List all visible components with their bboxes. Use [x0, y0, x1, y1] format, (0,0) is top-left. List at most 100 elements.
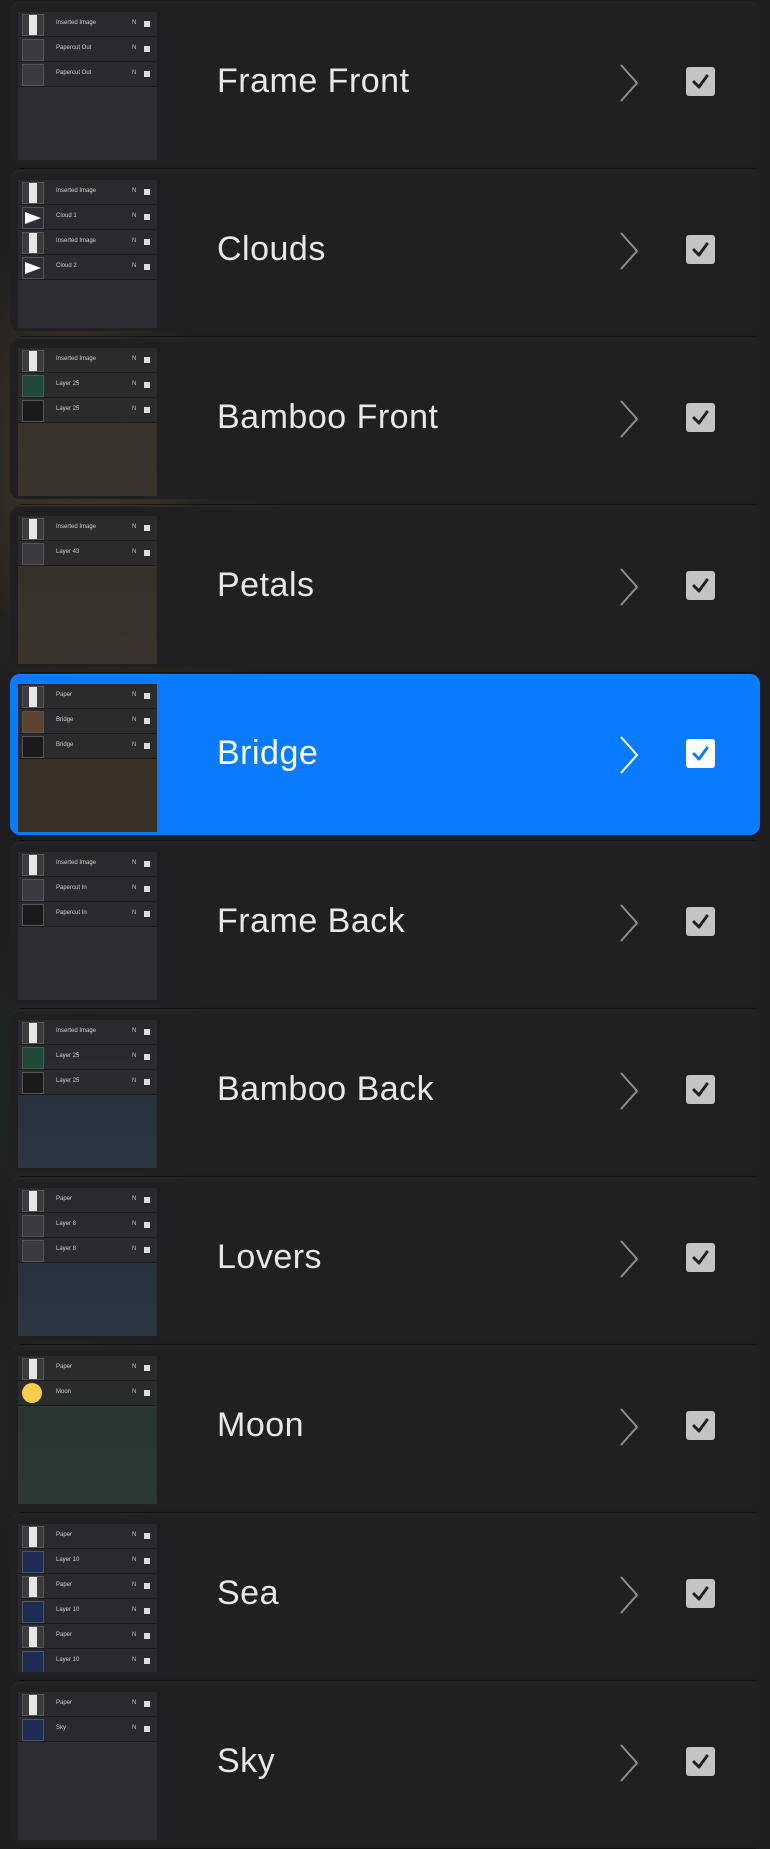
visibility-checkbox[interactable] [686, 739, 715, 768]
thumbnail-sublayer-row: Layer 25 N [18, 398, 157, 423]
sublayer-checkbox-icon [144, 407, 150, 413]
sublayer-checkbox-icon [144, 1633, 150, 1639]
chevron-right-icon[interactable] [616, 1742, 642, 1784]
sublayer-label: Layer 25 [56, 381, 80, 387]
sublayer-blend-mode: N [132, 1532, 137, 1538]
layer-group-row[interactable]: Inserted Image N Papercut Out N Papercut Out… [10, 2, 760, 169]
thumbnail-sublayer-row: Cloud 1 N [18, 205, 157, 230]
sublayer-preview [22, 1626, 44, 1648]
sublayer-label: Inserted Image [56, 238, 97, 244]
sublayer-blend-mode: N [132, 1557, 137, 1563]
layer-group-row[interactable]: Paper N Sky N Sky [10, 1682, 760, 1849]
thumbnail-sublayer-row: Paper N [18, 1574, 157, 1599]
layer-thumbnail: Inserted Image N Papercut In N Papercut In N [18, 852, 157, 1000]
thumbnail-sublayer-row: Layer 10 N [18, 1649, 157, 1672]
sublayer-blend-mode: N [132, 717, 137, 723]
sublayer-checkbox-icon [144, 1054, 150, 1060]
sublayer-label: Papercut Out [56, 45, 92, 51]
sublayer-label: Paper [56, 1364, 73, 1370]
sublayer-preview [22, 543, 44, 565]
sublayer-checkbox-icon [144, 1558, 150, 1564]
layer-group-row[interactable]: Paper N Moon N Moon [10, 1346, 760, 1513]
sublayer-blend-mode: N [132, 406, 137, 412]
sublayer-blend-mode: N [132, 188, 137, 194]
visibility-checkbox[interactable] [686, 1411, 715, 1440]
sublayer-preview [22, 736, 44, 758]
sublayer-preview [22, 1694, 44, 1716]
chevron-right-icon[interactable] [616, 230, 642, 272]
sublayer-blend-mode: N [132, 1053, 137, 1059]
sublayer-label: Paper [56, 692, 73, 698]
visibility-checkbox[interactable] [686, 1747, 715, 1776]
chevron-right-icon[interactable] [616, 1406, 642, 1448]
sublayer-label: Inserted Image [56, 524, 97, 530]
sublayer-preview [22, 182, 44, 204]
sublayer-preview [22, 1072, 44, 1094]
sublayer-label: Bridge [56, 742, 74, 748]
sublayer-label: Layer 25 [56, 1053, 80, 1059]
sublayer-label: Layer 10 [56, 1657, 80, 1663]
visibility-checkbox[interactable] [686, 235, 715, 264]
sublayer-blend-mode: N [132, 885, 137, 891]
chevron-right-icon[interactable] [616, 566, 642, 608]
chevron-right-icon[interactable] [616, 1238, 642, 1280]
thumbnail-sublayer-row: Inserted Image N [18, 852, 157, 877]
thumbnail-sublayer-row: Bridge N [18, 709, 157, 734]
sublayer-preview [22, 350, 44, 372]
visibility-checkbox[interactable] [686, 67, 715, 96]
sublayer-label: Bridge [56, 717, 74, 723]
checkmark-icon [692, 1586, 709, 1601]
thumbnail-sublayer-row: Inserted Image N [18, 1020, 157, 1045]
visibility-checkbox[interactable] [686, 907, 715, 936]
sublayer-label: Layer 8 [56, 1221, 77, 1227]
chevron-right-icon[interactable] [616, 1574, 642, 1616]
layer-group-row[interactable]: Paper N Layer 8 N Layer 8 N Lovers [10, 1178, 760, 1345]
sublayer-preview [22, 1601, 44, 1623]
visibility-checkbox[interactable] [686, 571, 715, 600]
layer-group-name: Petals [217, 566, 315, 604]
layer-thumbnail: Paper N Layer 8 N Layer 8 N [18, 1188, 157, 1336]
layer-thumbnail: Paper N Layer 10 N Paper N Layer 10 N Paper N Laye… [18, 1524, 157, 1672]
checkmark-icon [692, 914, 709, 929]
sublayer-blend-mode: N [132, 692, 137, 698]
layer-group-row[interactable]: Inserted Image N Cloud 1 N Inserted Image N Cl… [10, 170, 760, 337]
thumbnail-sublayer-row: Sky N [18, 1717, 157, 1742]
layer-group-row[interactable]: Inserted Image N Layer 25 N Layer 25 N Bamboo … [10, 1010, 760, 1177]
sublayer-blend-mode: N [132, 1196, 137, 1202]
chevron-right-icon[interactable] [616, 62, 642, 104]
sublayer-label: Layer 25 [56, 1078, 80, 1084]
sublayer-blend-mode: N [132, 356, 137, 362]
sublayer-checkbox-icon [144, 1608, 150, 1614]
visibility-checkbox[interactable] [686, 1075, 715, 1104]
sublayer-preview [22, 64, 44, 86]
layer-group-row[interactable]: Paper N Layer 10 N Paper N Layer 10 N Paper N Laye… [10, 1514, 760, 1681]
sublayer-preview [22, 1190, 44, 1212]
visibility-checkbox[interactable] [686, 403, 715, 432]
visibility-checkbox[interactable] [686, 1579, 715, 1608]
chevron-right-icon[interactable] [616, 734, 642, 776]
thumbnail-sublayer-row: Inserted Image N [18, 516, 157, 541]
chevron-right-icon[interactable] [616, 1070, 642, 1112]
sublayer-blend-mode: N [132, 45, 137, 51]
sublayer-blend-mode: N [132, 381, 137, 387]
sublayer-blend-mode: N [132, 1725, 137, 1731]
thumbnail-sublayer-row: Moon N [18, 1381, 157, 1406]
visibility-checkbox[interactable] [686, 1243, 715, 1272]
layer-group-row[interactable]: Inserted Image N Layer 25 N Layer 25 N Bamboo … [10, 338, 760, 505]
layer-group-row[interactable]: Paper N Bridge N Bridge N Bridge [10, 674, 760, 841]
chevron-right-icon[interactable] [616, 902, 642, 944]
thumbnail-sublayer-row: Layer 25 N [18, 1070, 157, 1095]
thumbnail-sublayer-row: Paper N [18, 1692, 157, 1717]
thumbnail-sublayer-row: Layer 8 N [18, 1238, 157, 1263]
sublayer-label: Paper [56, 1196, 73, 1202]
layer-group-row[interactable]: Inserted Image N Layer 43 N Petals [10, 506, 760, 673]
chevron-right-icon[interactable] [616, 398, 642, 440]
thumbnail-sublayer-row: Cloud 2 N [18, 255, 157, 280]
sublayer-checkbox-icon [144, 71, 150, 77]
sublayer-label: Inserted Image [56, 356, 97, 362]
checkmark-icon [692, 746, 709, 761]
sublayer-blend-mode: N [132, 549, 137, 555]
layer-group-row[interactable]: Inserted Image N Papercut In N Papercut In N F… [10, 842, 760, 1009]
sublayer-label: Paper [56, 1532, 73, 1538]
sublayer-blend-mode: N [132, 1028, 137, 1034]
